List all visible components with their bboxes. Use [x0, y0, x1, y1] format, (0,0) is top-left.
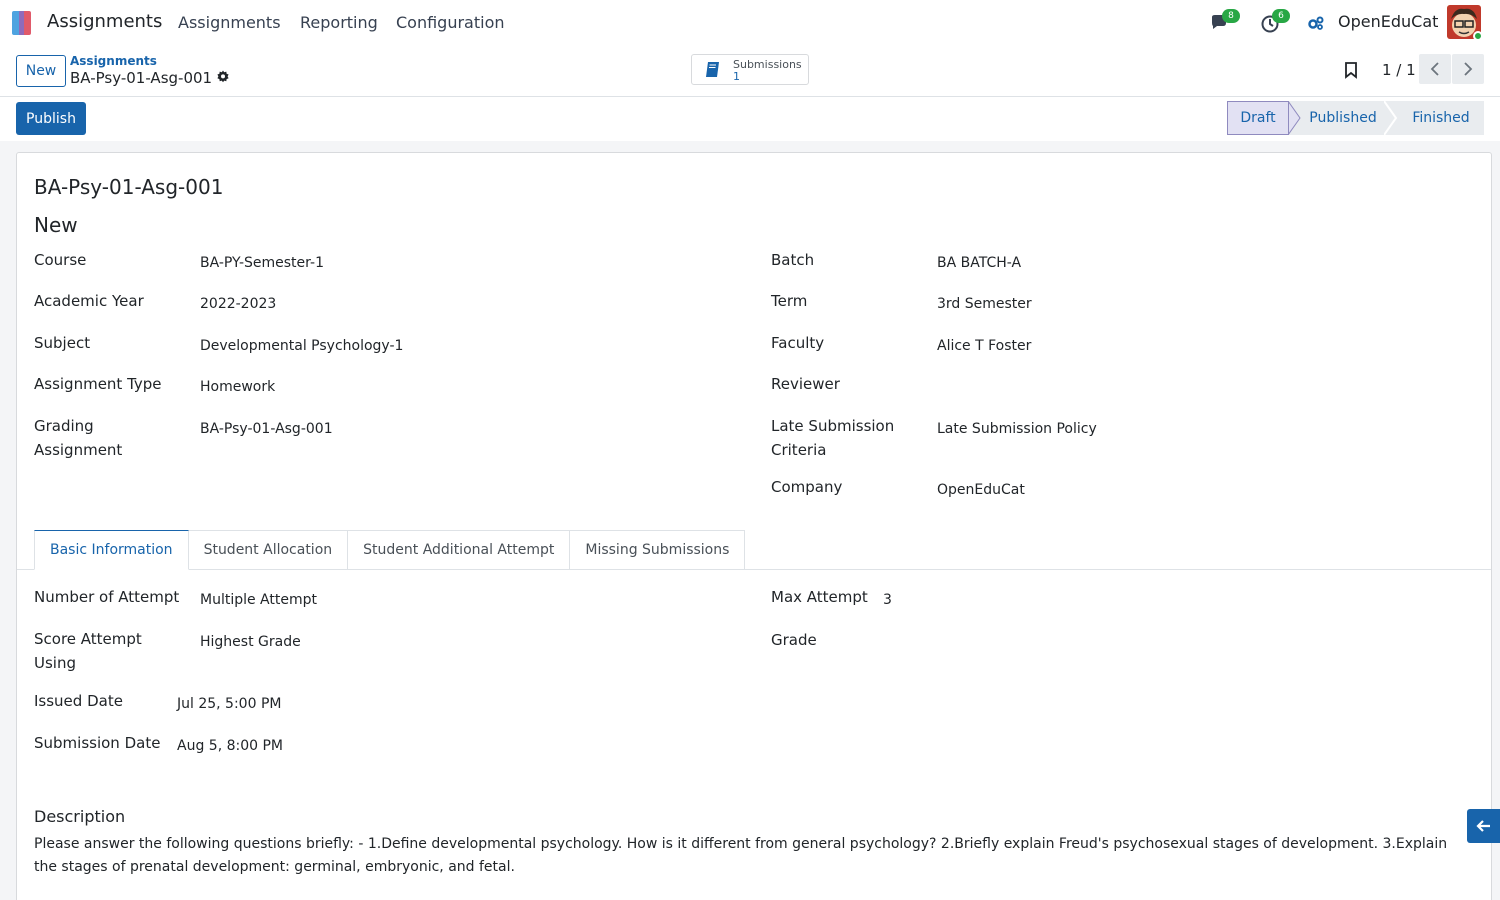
course-field[interactable]: BA-PY-Semester-1 [200, 253, 324, 273]
assignment-type-field[interactable]: Homework [200, 377, 275, 397]
chevron-left-icon [1430, 62, 1439, 76]
grade-field[interactable] [883, 633, 1083, 653]
tab-missing-submissions[interactable]: Missing Submissions [570, 530, 746, 570]
stage-draft-label: Draft [1240, 110, 1276, 126]
reviewer-label: Reviewer [771, 375, 840, 393]
batch-field[interactable]: BA BATCH-A [937, 253, 1021, 273]
activities-badge: 6 [1272, 9, 1290, 23]
issued-date-label: Issued Date [34, 692, 123, 710]
subject-field[interactable]: Developmental Psychology-1 [200, 336, 403, 356]
stage-draft[interactable]: Draft [1227, 101, 1289, 135]
score-attempt-using-field[interactable]: Highest Grade [200, 632, 301, 652]
issued-date-field[interactable]: Jul 25, 5:00 PM [177, 694, 281, 714]
pager-value[interactable]: 1 / 1 [1382, 61, 1416, 79]
smart-button-value: 1 [733, 70, 740, 83]
messages-badge: 8 [1222, 9, 1240, 23]
late-submission-criteria-label: Late Submission Criteria [771, 417, 895, 459]
chatter-toggle-button[interactable] [1467, 809, 1500, 843]
control-panel: New Assignments BA-Psy-01-Asg-001 Submis… [0, 46, 1500, 97]
grading-assignment-field[interactable]: BA-Psy-01-Asg-001 [200, 419, 333, 439]
late-submission-criteria-field[interactable]: Late Submission Policy [937, 419, 1097, 439]
pager-next-button[interactable] [1452, 54, 1484, 84]
status-bar: Publish Draft Published Finished [0, 97, 1500, 141]
stage-finished[interactable]: Finished [1398, 101, 1484, 135]
submission-date-field[interactable]: Aug 5, 8:00 PM [177, 736, 283, 756]
tab-student-allocation[interactable]: Student Allocation [188, 530, 349, 570]
online-status-dot [1473, 31, 1483, 41]
record-title[interactable]: BA-Psy-01-Asg-001 [34, 175, 223, 199]
submissions-smart-button[interactable]: Submissions 1 [691, 54, 809, 85]
max-attempt-label: Max Attempt [771, 588, 868, 606]
batch-label: Batch [771, 251, 815, 269]
subject-label: Subject [34, 334, 91, 352]
reviewer-field[interactable] [937, 377, 1137, 397]
menu-configuration[interactable]: Configuration [396, 13, 505, 32]
chevron-right-icon [1464, 62, 1473, 76]
notebook-tabs: Basic Information Student Allocation Stu… [34, 530, 746, 570]
term-label: Term [771, 292, 808, 310]
faculty-label: Faculty [771, 334, 825, 352]
switch-company-button[interactable] [1303, 10, 1329, 36]
submission-date-label: Submission Date [34, 734, 161, 752]
company-label: Company [771, 478, 843, 496]
record-state: New [34, 213, 78, 237]
top-navbar: Assignments Assignments Reporting Config… [0, 0, 1500, 46]
grade-label: Grade [771, 631, 817, 649]
description-label: Description [34, 807, 126, 826]
stage-pipeline: Draft Published Finished [1227, 101, 1484, 135]
stage-published-label: Published [1309, 110, 1377, 126]
stage-published[interactable]: Published [1302, 101, 1384, 135]
term-field[interactable]: 3rd Semester [937, 294, 1032, 314]
academic-year-label: Academic Year [34, 292, 144, 310]
course-label: Course [34, 251, 87, 269]
assignment-type-label: Assignment Type [34, 375, 162, 393]
number-of-attempt-label: Number of Attempt [34, 588, 180, 606]
book-icon [706, 62, 719, 77]
company-field[interactable]: OpenEduCat [937, 480, 1025, 500]
academic-year-field[interactable]: 2022-2023 [200, 294, 276, 314]
menu-reporting[interactable]: Reporting [300, 13, 378, 32]
grading-assignment-label: Grading Assignment [34, 417, 123, 459]
stage-arrow [1384, 101, 1398, 135]
menu-assignments[interactable]: Assignments [178, 13, 281, 32]
bookmark-icon[interactable] [1343, 61, 1359, 79]
pager-previous-button[interactable] [1419, 54, 1451, 84]
score-attempt-using-label: Score Attempt Using [34, 630, 142, 672]
max-attempt-field[interactable]: 3 [883, 590, 892, 610]
publish-button[interactable]: Publish [16, 102, 86, 135]
new-button[interactable]: New [16, 55, 66, 87]
activities-button[interactable]: 6 [1257, 9, 1290, 36]
breadcrumb-parent[interactable]: Assignments [70, 54, 157, 68]
faculty-field[interactable]: Alice T Foster [937, 336, 1031, 356]
tab-basic-information[interactable]: Basic Information [34, 530, 189, 570]
form-sheet: BA-Psy-01-Asg-001 New Course BA-PY-Semes… [16, 152, 1492, 900]
stage-arrow [1288, 101, 1302, 135]
app-logo-icon[interactable] [10, 10, 34, 36]
tab-student-additional-attempt[interactable]: Student Additional Attempt [348, 530, 571, 570]
gear-icon[interactable] [216, 70, 230, 88]
number-of-attempt-field[interactable]: Multiple Attempt [200, 590, 317, 610]
description-field[interactable]: Please answer the following questions br… [34, 833, 1474, 879]
stage-finished-label: Finished [1412, 110, 1470, 126]
company-name[interactable]: OpenEduCat [1338, 12, 1438, 31]
breadcrumb-current: BA-Psy-01-Asg-001 [70, 69, 213, 87]
app-name[interactable]: Assignments [47, 11, 162, 32]
smart-button-label: Submissions [733, 58, 802, 71]
messages-button[interactable]: 8 [1207, 9, 1240, 36]
arrow-left-icon [1475, 820, 1490, 832]
gears-icon [1308, 16, 1324, 30]
